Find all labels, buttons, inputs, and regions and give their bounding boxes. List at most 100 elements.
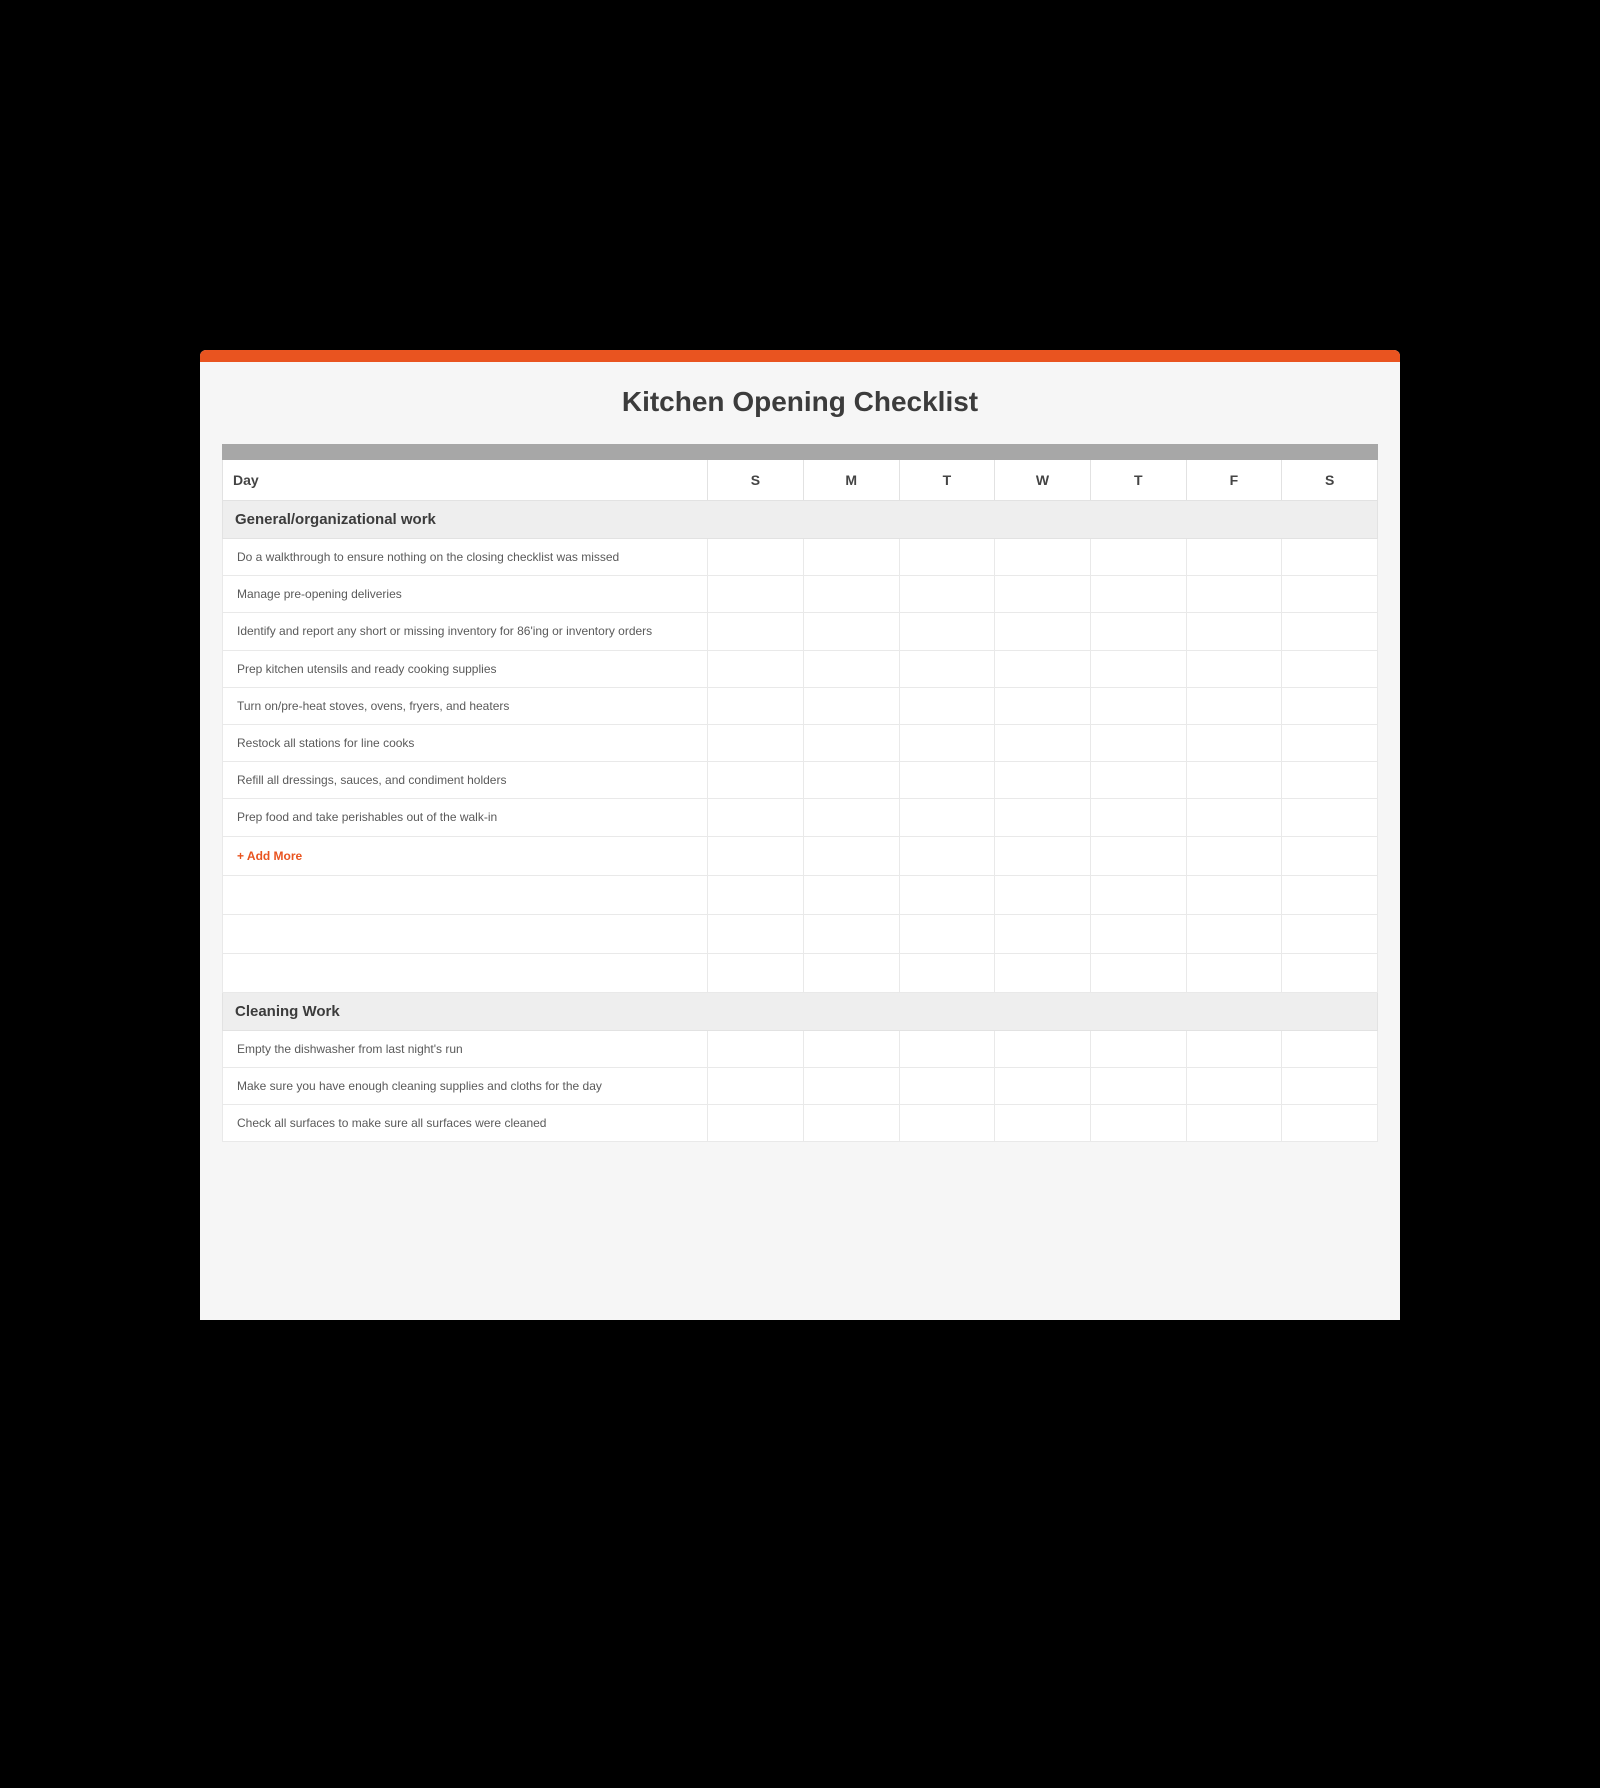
checklist-cell[interactable] (1090, 539, 1186, 576)
checklist-cell[interactable] (708, 762, 804, 799)
checklist-cell[interactable] (899, 539, 995, 576)
checklist-cell[interactable] (995, 762, 1091, 799)
checklist-cell[interactable] (708, 799, 804, 836)
checklist-cell[interactable] (899, 799, 995, 836)
checklist-cell[interactable] (1186, 836, 1282, 875)
checklist-cell[interactable] (995, 576, 1091, 613)
checklist-cell[interactable] (1090, 1030, 1186, 1067)
checklist-cell[interactable] (708, 539, 804, 576)
checklist-cell[interactable] (1186, 1104, 1282, 1141)
checklist-cell[interactable] (1282, 539, 1378, 576)
checklist-cell[interactable] (708, 1067, 804, 1104)
checklist-cell[interactable] (1090, 650, 1186, 687)
checklist-cell[interactable] (708, 650, 804, 687)
checklist-cell[interactable] (995, 836, 1091, 875)
checklist-cell[interactable] (708, 576, 804, 613)
checklist-cell[interactable] (708, 914, 804, 953)
checklist-cell[interactable] (708, 836, 804, 875)
checklist-cell[interactable] (1186, 724, 1282, 761)
checklist-cell[interactable] (708, 875, 804, 914)
checklist-cell[interactable] (995, 613, 1091, 650)
checklist-cell[interactable] (1282, 613, 1378, 650)
checklist-cell[interactable] (899, 687, 995, 724)
checklist-cell[interactable] (1186, 799, 1282, 836)
checklist-cell[interactable] (1186, 1030, 1282, 1067)
checklist-cell[interactable] (803, 914, 899, 953)
checklist-cell[interactable] (803, 650, 899, 687)
checklist-cell[interactable] (995, 1104, 1091, 1141)
checklist-cell[interactable] (1282, 836, 1378, 875)
checklist-cell[interactable] (1282, 576, 1378, 613)
checklist-cell[interactable] (899, 650, 995, 687)
checklist-cell[interactable] (1282, 650, 1378, 687)
checklist-cell[interactable] (1186, 875, 1282, 914)
checklist-cell[interactable] (1090, 1104, 1186, 1141)
checklist-cell[interactable] (1186, 953, 1282, 992)
checklist-cell[interactable] (1186, 687, 1282, 724)
checklist-cell[interactable] (899, 576, 995, 613)
checklist-cell[interactable] (708, 613, 804, 650)
checklist-cell[interactable] (1282, 1104, 1378, 1141)
checklist-cell[interactable] (1186, 650, 1282, 687)
checklist-cell[interactable] (1186, 613, 1282, 650)
checklist-cell[interactable] (803, 799, 899, 836)
checklist-cell[interactable] (803, 836, 899, 875)
checklist-cell[interactable] (1090, 687, 1186, 724)
checklist-cell[interactable] (899, 1030, 995, 1067)
checklist-cell[interactable] (1282, 799, 1378, 836)
checklist-cell[interactable] (995, 1030, 1091, 1067)
checklist-cell[interactable] (1090, 914, 1186, 953)
checklist-cell[interactable] (1090, 576, 1186, 613)
checklist-cell[interactable] (995, 953, 1091, 992)
checklist-cell[interactable] (803, 953, 899, 992)
checklist-cell[interactable] (899, 953, 995, 992)
checklist-cell[interactable] (1186, 914, 1282, 953)
checklist-cell[interactable] (803, 1104, 899, 1141)
checklist-cell[interactable] (899, 724, 995, 761)
checklist-cell[interactable] (995, 724, 1091, 761)
checklist-cell[interactable] (1090, 953, 1186, 992)
checklist-cell[interactable] (899, 762, 995, 799)
checklist-cell[interactable] (1186, 762, 1282, 799)
checklist-cell[interactable] (803, 1030, 899, 1067)
checklist-cell[interactable] (803, 724, 899, 761)
checklist-cell[interactable] (1090, 724, 1186, 761)
checklist-cell[interactable] (803, 539, 899, 576)
checklist-cell[interactable] (899, 1104, 995, 1141)
checklist-cell[interactable] (995, 1067, 1091, 1104)
checklist-cell[interactable] (1090, 875, 1186, 914)
checklist-cell[interactable] (995, 875, 1091, 914)
checklist-cell[interactable] (995, 914, 1091, 953)
checklist-cell[interactable] (1282, 687, 1378, 724)
checklist-cell[interactable] (708, 687, 804, 724)
checklist-cell[interactable] (803, 576, 899, 613)
checklist-cell[interactable] (1090, 836, 1186, 875)
checklist-cell[interactable] (803, 1067, 899, 1104)
checklist-cell[interactable] (1090, 1067, 1186, 1104)
checklist-cell[interactable] (899, 836, 995, 875)
checklist-cell[interactable] (803, 687, 899, 724)
checklist-cell[interactable] (1186, 576, 1282, 613)
checklist-cell[interactable] (995, 687, 1091, 724)
checklist-cell[interactable] (708, 1030, 804, 1067)
checklist-cell[interactable] (995, 539, 1091, 576)
checklist-cell[interactable] (1282, 953, 1378, 992)
checklist-cell[interactable] (995, 799, 1091, 836)
checklist-cell[interactable] (1090, 613, 1186, 650)
checklist-cell[interactable] (899, 914, 995, 953)
checklist-cell[interactable] (1186, 539, 1282, 576)
checklist-cell[interactable] (899, 875, 995, 914)
checklist-cell[interactable] (1090, 799, 1186, 836)
checklist-cell[interactable] (803, 762, 899, 799)
checklist-cell[interactable] (899, 613, 995, 650)
checklist-cell[interactable] (708, 953, 804, 992)
checklist-cell[interactable] (1090, 762, 1186, 799)
checklist-cell[interactable] (1282, 875, 1378, 914)
checklist-cell[interactable] (708, 724, 804, 761)
checklist-cell[interactable] (1282, 914, 1378, 953)
checklist-cell[interactable] (1186, 1067, 1282, 1104)
checklist-cell[interactable] (803, 875, 899, 914)
checklist-cell[interactable] (708, 1104, 804, 1141)
checklist-cell[interactable] (1282, 724, 1378, 761)
checklist-cell[interactable] (995, 650, 1091, 687)
